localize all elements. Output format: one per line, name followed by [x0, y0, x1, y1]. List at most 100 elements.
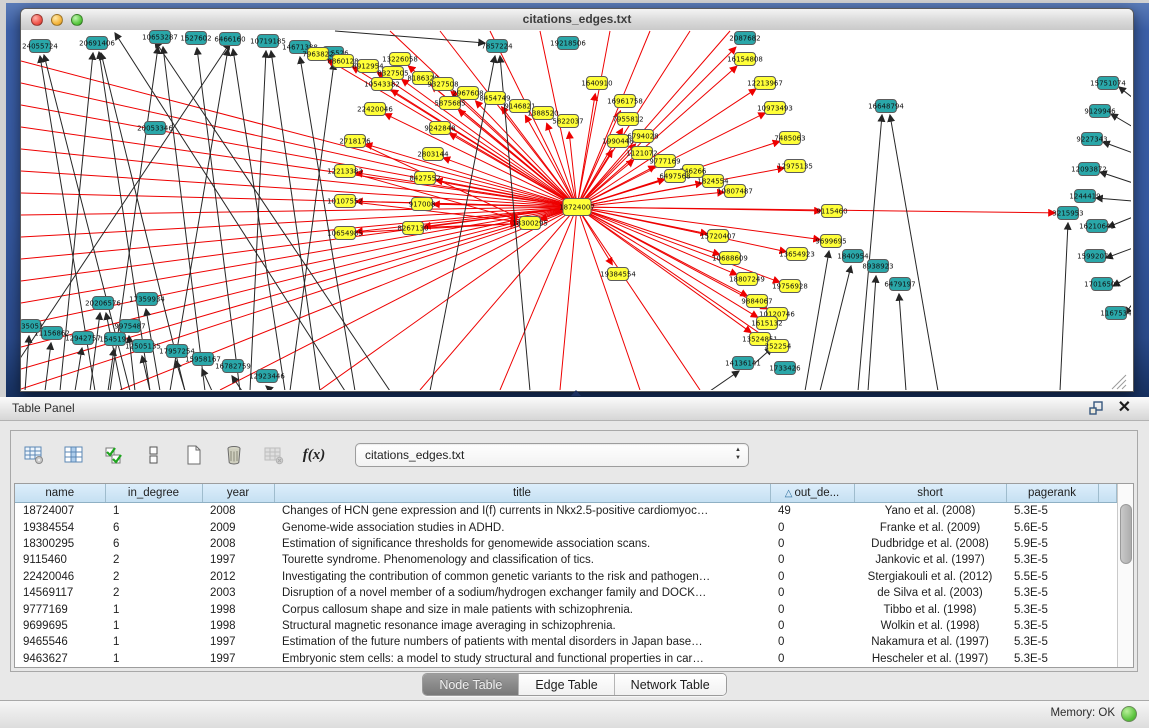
- column-header-short[interactable]: short: [854, 484, 1006, 503]
- graph-edge[interactable]: [577, 207, 820, 240]
- cell-name[interactable]: 14569117: [15, 585, 105, 601]
- cell-name[interactable]: 18300295: [15, 536, 105, 552]
- cell-title[interactable]: Estimation of the future numbers of pati…: [274, 634, 770, 650]
- table-row[interactable]: 2242004622012Investigating the contribut…: [15, 569, 1117, 585]
- table-row[interactable]: 1872400712008Changes of HCN gene express…: [15, 503, 1117, 520]
- table-select-dropdown[interactable]: citations_edges.txt ▲▼: [355, 443, 749, 467]
- cell-short[interactable]: Wolkin et al. (1998): [854, 618, 1006, 634]
- cell-out_de[interactable]: 0: [770, 585, 854, 601]
- cell-name[interactable]: 9699695: [15, 618, 105, 634]
- cell-out_de[interactable]: 0: [770, 651, 854, 667]
- graph-edge[interactable]: [1100, 172, 1131, 183]
- table-row[interactable]: 1938455462009Genome-wide association stu…: [15, 519, 1117, 535]
- graph-edge[interactable]: [868, 276, 876, 390]
- cell-out_de[interactable]: 0: [770, 552, 854, 568]
- cell-title[interactable]: Investigating the contribution of common…: [274, 569, 770, 585]
- graph-edge[interactable]: [1096, 198, 1131, 201]
- tab-edge-table[interactable]: Edge Table: [519, 674, 614, 695]
- table-row[interactable]: 911546021997Tourette syndrome. Phenomeno…: [15, 552, 1117, 568]
- citation-graph[interactable]: 2405572420691406106532871527602646616010…: [21, 30, 1131, 390]
- column-header-name[interactable]: name: [15, 484, 105, 503]
- cell-short[interactable]: de Silva et al. (2003): [854, 585, 1006, 601]
- cell-in_degree[interactable]: 1: [105, 601, 202, 617]
- cell-title[interactable]: Corpus callosum shape and size in male p…: [274, 601, 770, 617]
- cell-short[interactable]: Yano et al. (2008): [854, 503, 1006, 520]
- cell-in_degree[interactable]: 6: [105, 536, 202, 552]
- rows-icon[interactable]: [141, 442, 167, 468]
- cell-year[interactable]: 2009: [202, 519, 274, 535]
- cell-pagerank[interactable]: 5.9E-5: [1006, 536, 1098, 552]
- cell-title[interactable]: Structural magnetic resonance image aver…: [274, 618, 770, 634]
- graph-edge[interactable]: [21, 61, 577, 207]
- graph-edge[interactable]: [45, 343, 51, 390]
- cell-pagerank[interactable]: 5.3E-5: [1006, 618, 1098, 634]
- cell-pagerank[interactable]: 5.3E-5: [1006, 651, 1098, 667]
- cell-name[interactable]: 9115460: [15, 552, 105, 568]
- cell-year[interactable]: 1998: [202, 618, 274, 634]
- cell-name[interactable]: 22420046: [15, 569, 105, 585]
- cell-in_degree[interactable]: 1: [105, 618, 202, 634]
- cell-out_de[interactable]: 0: [770, 618, 854, 634]
- graph-edge[interactable]: [560, 207, 577, 390]
- graph-edge[interactable]: [577, 207, 720, 255]
- cell-in_degree[interactable]: 2: [105, 552, 202, 568]
- graph-edge[interactable]: [163, 47, 205, 390]
- graph-edge[interactable]: [250, 51, 266, 390]
- network-canvas[interactable]: 2405572420691406106532871527602646616010…: [21, 30, 1133, 391]
- cell-pagerank[interactable]: 5.3E-5: [1006, 552, 1098, 568]
- cell-short[interactable]: Stergiakouli et al. (2012): [854, 569, 1006, 585]
- cell-pagerank[interactable]: 5.3E-5: [1006, 634, 1098, 650]
- tab-node-table[interactable]: Node Table: [423, 674, 519, 695]
- cell-in_degree[interactable]: 1: [105, 634, 202, 650]
- table-row[interactable]: 977716911998Corpus callosum shape and si…: [15, 601, 1117, 617]
- cell-in_degree[interactable]: 2: [105, 585, 202, 601]
- panel-divider-grip[interactable]: [571, 390, 581, 396]
- cell-name[interactable]: 19384554: [15, 519, 105, 535]
- graph-edge[interactable]: [899, 294, 906, 390]
- graph-edge[interactable]: [115, 33, 345, 390]
- table-row[interactable]: 969969511998Structural magnetic resonanc…: [15, 618, 1117, 634]
- cell-out_de[interactable]: 0: [770, 536, 854, 552]
- graph-edge[interactable]: [710, 371, 739, 390]
- table-row[interactable]: 946554611997Estimation of the future num…: [15, 634, 1117, 650]
- cell-in_degree[interactable]: 6: [105, 519, 202, 535]
- graph-edge[interactable]: [90, 313, 100, 390]
- graph-edge[interactable]: [220, 207, 577, 390]
- cell-out_de[interactable]: 49: [770, 503, 854, 520]
- graph-edge[interactable]: [1111, 114, 1131, 127]
- close-panel-icon[interactable]: ✕: [1118, 400, 1131, 416]
- cell-title[interactable]: Embryonic stem cells: a model to study s…: [274, 651, 770, 667]
- cell-out_de[interactable]: 0: [770, 569, 854, 585]
- column-header-year[interactable]: year: [202, 484, 274, 503]
- graph-edge[interactable]: [420, 207, 577, 390]
- cell-out_de[interactable]: 0: [770, 634, 854, 650]
- cell-in_degree[interactable]: 1: [105, 651, 202, 667]
- table-row[interactable]: 1830029562008Estimation of significance …: [15, 536, 1117, 552]
- cell-short[interactable]: Dudbridge et al. (2008): [854, 536, 1006, 552]
- cell-year[interactable]: 1997: [202, 634, 274, 650]
- float-window-icon[interactable]: [1088, 400, 1104, 416]
- cell-name[interactable]: 9777169: [15, 601, 105, 617]
- cell-pagerank[interactable]: 5.6E-5: [1006, 519, 1098, 535]
- graph-edge[interactable]: [300, 57, 355, 390]
- graph-edge[interactable]: [266, 386, 272, 390]
- new-file-icon[interactable]: [181, 442, 207, 468]
- cell-pagerank[interactable]: 5.3E-5: [1006, 601, 1098, 617]
- cell-title[interactable]: Changes of HCN gene expression and I(f) …: [274, 503, 770, 520]
- cell-pagerank[interactable]: 5.3E-5: [1006, 585, 1098, 601]
- graph-edge[interactable]: [1119, 87, 1131, 98]
- column-header-in_degree[interactable]: in_degree: [105, 484, 202, 503]
- delete-table-icon[interactable]: [221, 442, 247, 468]
- cell-out_de[interactable]: 0: [770, 601, 854, 617]
- function-builder-icon[interactable]: f(x): [301, 442, 327, 468]
- table-row[interactable]: 1456911722003Disruption of a novel membe…: [15, 585, 1117, 601]
- table-row[interactable]: 946362711997Embryonic stem cells: a mode…: [15, 651, 1117, 667]
- table-scrollbar[interactable]: [1117, 484, 1133, 667]
- cell-year[interactable]: 2003: [202, 585, 274, 601]
- graph-edge[interactable]: [820, 266, 851, 390]
- cell-year[interactable]: 1997: [202, 651, 274, 667]
- cell-name[interactable]: 18724007: [15, 503, 105, 520]
- cell-out_de[interactable]: 0: [770, 519, 854, 535]
- cell-title[interactable]: Tourette syndrome. Phenomenology and cla…: [274, 552, 770, 568]
- memory-status-indicator[interactable]: [1121, 706, 1137, 722]
